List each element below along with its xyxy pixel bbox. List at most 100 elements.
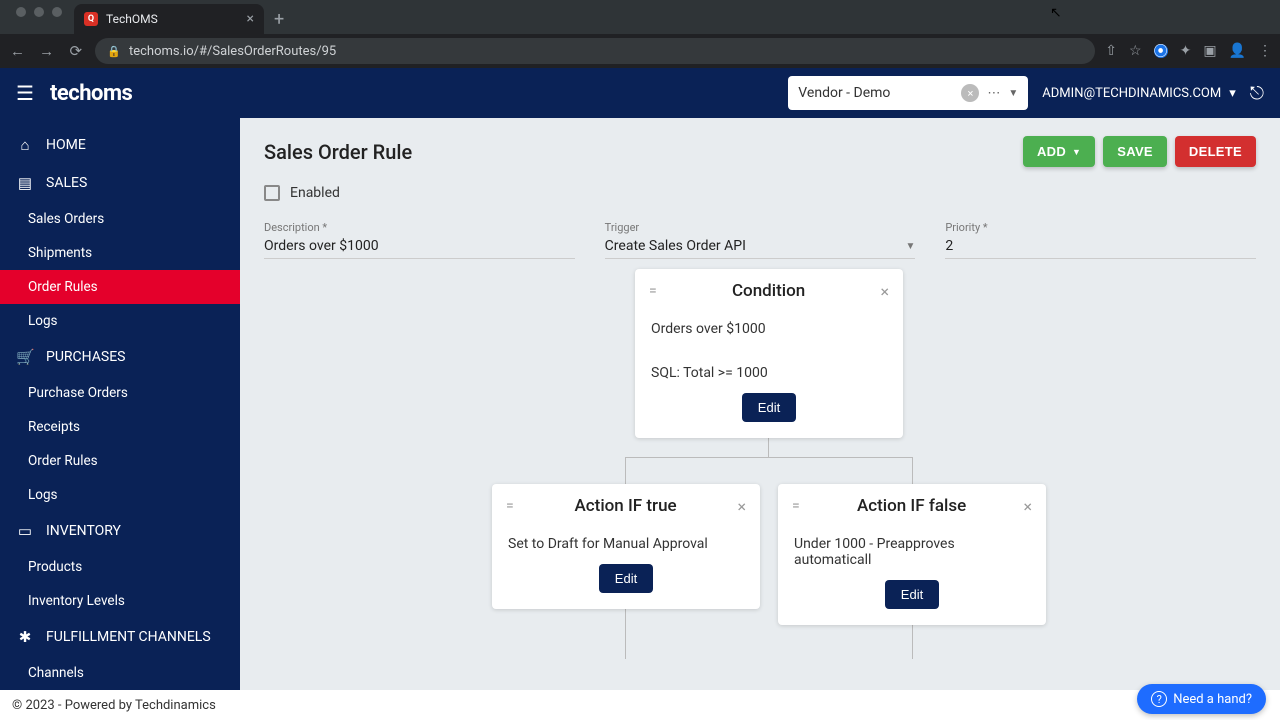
sidebar-item-inventory-levels[interactable]: Inventory Levels (0, 584, 240, 618)
app-logo[interactable]: techoms (50, 81, 132, 106)
card-text: Orders over $1000 (651, 321, 887, 337)
condition-card: = Condition × Orders over $1000 SQL: Tot… (635, 269, 903, 438)
sidebar-item-receipts[interactable]: Receipts (0, 410, 240, 444)
menu-toggle-icon[interactable]: ☰ (16, 81, 34, 105)
page-actions: ADD ▼ SAVE DELETE (1023, 136, 1256, 167)
sidebar-item-channels[interactable]: Channels (0, 656, 240, 690)
clear-icon[interactable]: × (961, 84, 979, 102)
close-icon[interactable]: × (1023, 497, 1032, 516)
extensions-icon[interactable]: ✦ (1180, 43, 1192, 59)
tab-bar: Q TechOMS × + (0, 0, 1280, 34)
address-bar: ← → ⟳ 🔒 techoms.io/#/SalesOrderRoutes/95… (0, 34, 1280, 68)
chevron-down-icon[interactable]: ▼ (1008, 88, 1018, 99)
connector-line (625, 457, 626, 485)
user-menu[interactable]: ADMIN@TECHDINAMICS.COM ▾ (1042, 86, 1235, 101)
new-tab-button[interactable]: + (264, 9, 294, 34)
logout-icon[interactable]: ⎋ (1250, 83, 1264, 104)
browser-chrome: Q TechOMS × + ← → ⟳ 🔒 techoms.io/#/Sales… (0, 0, 1280, 68)
connector-line (625, 457, 913, 458)
share-icon[interactable]: ⇧ (1105, 43, 1117, 59)
sidebar-item-products[interactable]: Products (0, 550, 240, 584)
description-field[interactable]: Description * Orders over $1000 (264, 221, 575, 259)
chevron-down-icon: ▼ (905, 241, 915, 252)
forward-icon[interactable]: → (37, 42, 56, 60)
back-icon[interactable]: ← (8, 42, 27, 60)
save-button[interactable]: SAVE (1103, 136, 1167, 167)
profile-icon[interactable]: 👤 (1229, 43, 1246, 59)
maximize-window-icon[interactable] (52, 7, 62, 17)
bookmark-icon[interactable]: ☆ (1129, 43, 1142, 59)
delete-button[interactable]: DELETE (1175, 136, 1256, 167)
close-icon[interactable]: × (737, 497, 746, 516)
footer-text: © 2023 - Powered by Techdinamics (12, 698, 216, 713)
extension-icon[interactable]: ⦿ (1154, 44, 1168, 58)
close-tab-icon[interactable]: × (247, 11, 254, 27)
field-value: Create Sales Order API (605, 238, 746, 254)
card-title: Action IF true (514, 496, 738, 516)
card-title: Action IF false (800, 496, 1024, 516)
sidebar-item-shipments[interactable]: Shipments (0, 236, 240, 270)
browser-tab[interactable]: Q TechOMS × (74, 4, 264, 34)
enabled-row: Enabled (240, 177, 1280, 209)
vendor-selector[interactable]: Vendor - Demo × ⋯ ▼ (788, 76, 1028, 110)
sidebar-label: FULFILLMENT CHANNELS (46, 629, 211, 645)
cart-icon: 🛒 (16, 348, 34, 366)
edit-button[interactable]: Edit (599, 564, 653, 593)
more-icon[interactable]: ⋯ (987, 86, 1000, 101)
add-button[interactable]: ADD ▼ (1023, 136, 1095, 167)
user-email-text: ADMIN@TECHDINAMICS.COM (1042, 86, 1221, 101)
help-icon: ? (1151, 691, 1167, 707)
sidebar-item-sales-orders[interactable]: Sales Orders (0, 202, 240, 236)
enabled-checkbox[interactable]: Enabled (264, 185, 1256, 201)
url-field[interactable]: 🔒 techoms.io/#/SalesOrderRoutes/95 (95, 38, 1095, 64)
drag-handle-icon[interactable]: = (649, 283, 657, 299)
card-text: Set to Draft for Manual Approval (508, 536, 744, 552)
sidebar-item-po-order-rules[interactable]: Order Rules (0, 444, 240, 478)
minimize-window-icon[interactable] (34, 7, 44, 17)
close-window-icon[interactable] (16, 7, 26, 17)
sidebar-section-inventory[interactable]: ▭ INVENTORY (0, 512, 240, 550)
form-fields: Description * Orders over $1000 Trigger … (240, 209, 1280, 259)
card-text: SQL: Total >= 1000 (651, 365, 887, 381)
help-button[interactable]: ? Need a hand? (1137, 684, 1266, 714)
trigger-field[interactable]: Trigger Create Sales Order API ▼ (605, 221, 916, 259)
panel-icon[interactable]: ▣ (1203, 43, 1216, 59)
reload-icon[interactable]: ⟳ (66, 42, 85, 60)
drag-handle-icon[interactable]: = (792, 498, 800, 514)
field-value: Orders over $1000 (264, 238, 379, 254)
sidebar-item-logs[interactable]: Logs (0, 304, 240, 338)
page-title: Sales Order Rule (264, 140, 412, 164)
field-label: Trigger (605, 221, 916, 234)
connector-line (912, 457, 913, 485)
sidebar-section-fulfillment[interactable]: ✱ FULFILLMENT CHANNELS (0, 618, 240, 656)
action-false-card: = Action IF false × Under 1000 - Preappr… (778, 484, 1046, 625)
network-icon: ✱ (16, 628, 34, 646)
sidebar-item-purchase-orders[interactable]: Purchase Orders (0, 376, 240, 410)
sidebar-item-home[interactable]: ⌂ HOME (0, 126, 240, 164)
checkbox-icon[interactable] (264, 185, 280, 201)
sidebar-item-order-rules[interactable]: Order Rules (0, 270, 240, 304)
sidebar-label: INVENTORY (46, 523, 121, 539)
field-label: Description * (264, 221, 575, 234)
page-header: Sales Order Rule ADD ▼ SAVE DELETE (240, 118, 1280, 177)
browser-actions: ⇧ ☆ ⦿ ✦ ▣ 👤 ⋮ (1105, 43, 1272, 59)
tab-title: TechOMS (106, 12, 158, 26)
drag-handle-icon[interactable]: = (506, 498, 514, 514)
menu-icon[interactable]: ⋮ (1258, 43, 1272, 59)
card-text: Under 1000 - Preapproves automaticall (794, 536, 1030, 568)
edit-button[interactable]: Edit (885, 580, 939, 609)
sidebar-section-sales[interactable]: ▤ SALES (0, 164, 240, 202)
field-label: Priority * (945, 221, 1256, 234)
favicon-icon: Q (84, 12, 98, 26)
priority-field[interactable]: Priority * 2 (945, 221, 1256, 259)
connector-line (625, 609, 626, 659)
edit-button[interactable]: Edit (742, 393, 796, 422)
footer: © 2023 - Powered by Techdinamics (0, 690, 1280, 720)
help-label: Need a hand? (1173, 692, 1252, 707)
vendor-value: Vendor - Demo (798, 85, 890, 101)
sidebar-section-purchases[interactable]: 🛒 PURCHASES (0, 338, 240, 376)
close-icon[interactable]: × (880, 282, 889, 301)
window-controls[interactable] (8, 7, 74, 27)
add-button-label: ADD (1037, 144, 1066, 159)
sidebar-item-po-logs[interactable]: Logs (0, 478, 240, 512)
